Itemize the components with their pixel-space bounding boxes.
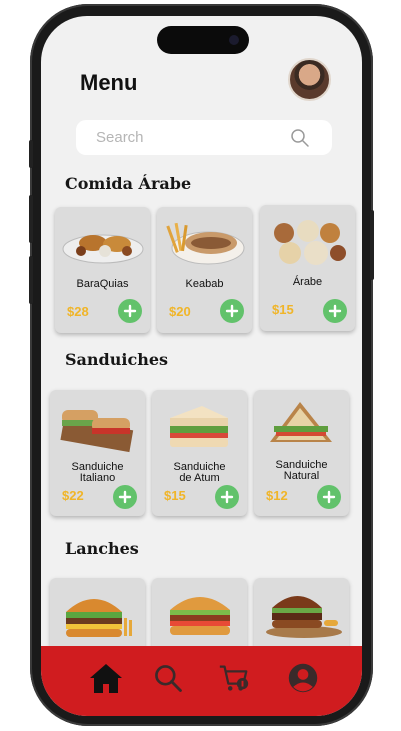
plus-icon — [328, 304, 342, 318]
phone-volume-up-button — [29, 195, 33, 243]
product-card[interactable]: BaraQuias $28 — [55, 207, 150, 333]
avatar[interactable] — [288, 58, 331, 101]
product-price: $15 — [164, 488, 186, 503]
nav-cart[interactable] — [216, 660, 252, 696]
product-price: $12 — [266, 488, 288, 503]
food-image — [62, 234, 144, 264]
phone-mute-button — [29, 140, 33, 168]
plus-icon — [118, 490, 132, 504]
food-image — [60, 410, 134, 453]
food-image — [66, 599, 132, 637]
search-input[interactable] — [96, 129, 276, 146]
bottom-nav — [41, 646, 362, 716]
add-button[interactable] — [323, 299, 347, 323]
add-button[interactable] — [118, 299, 142, 323]
product-price: $15 — [272, 302, 294, 317]
app-screen: Menu Comida Árabe BaraQuias $28 — [41, 16, 362, 716]
nav-search[interactable] — [150, 660, 186, 696]
dynamic-island — [157, 26, 249, 54]
front-camera — [229, 35, 239, 45]
food-image — [266, 596, 342, 638]
product-name-line2: Italiano — [79, 472, 116, 484]
product-name-line2: de Atum — [179, 472, 220, 484]
nav-profile[interactable] — [285, 660, 321, 696]
phone-volume-down-button — [29, 256, 33, 304]
search-icon — [155, 665, 182, 692]
product-name-line2: Natural — [283, 470, 320, 482]
product-name: Keabab — [185, 278, 224, 290]
food-image — [170, 406, 228, 447]
product-price: $20 — [169, 304, 191, 319]
food-image — [166, 222, 245, 265]
home-icon — [90, 664, 122, 693]
product-name: Árabe — [292, 276, 323, 288]
page-title: Menu — [80, 70, 138, 95]
food-image — [170, 597, 230, 635]
product-card[interactable]: Keabab $20 — [157, 207, 252, 333]
plus-icon — [220, 490, 234, 504]
product-card[interactable]: Sanduiche Italiano $22 — [50, 390, 145, 516]
food-image — [270, 402, 332, 442]
product-card[interactable]: Sanduiche de Atum $15 — [152, 390, 247, 516]
product-card[interactable]: Sanduiche Natural $12 — [254, 390, 349, 516]
section-title-comida-arabe: Comida Árabe — [65, 174, 192, 193]
add-button[interactable] — [215, 485, 239, 509]
search-bar[interactable] — [76, 120, 332, 155]
profile-icon — [288, 663, 318, 693]
phone-power-button — [370, 210, 374, 280]
product-name: Sanduiche de Atum — [154, 462, 245, 484]
product-name: Sanduiche Italiano — [52, 462, 143, 484]
plus-icon — [322, 490, 336, 504]
product-name: Sanduiche Natural — [256, 460, 347, 482]
plus-icon — [225, 304, 239, 318]
plus-icon — [123, 304, 137, 318]
section-title-sanduiches: Sanduiches — [65, 350, 169, 369]
section-title-lanches: Lanches — [65, 539, 139, 558]
product-price: $22 — [62, 488, 84, 503]
food-image — [274, 220, 346, 265]
add-button[interactable] — [113, 485, 137, 509]
add-button[interactable] — [220, 299, 244, 323]
nav-home[interactable] — [88, 660, 124, 696]
add-button[interactable] — [317, 485, 341, 509]
product-name: BaraQuias — [76, 278, 129, 290]
cart-icon — [219, 665, 249, 691]
product-card[interactable]: Árabe $15 — [260, 205, 355, 331]
search-icon[interactable] — [290, 128, 310, 148]
product-price: $28 — [67, 304, 89, 319]
